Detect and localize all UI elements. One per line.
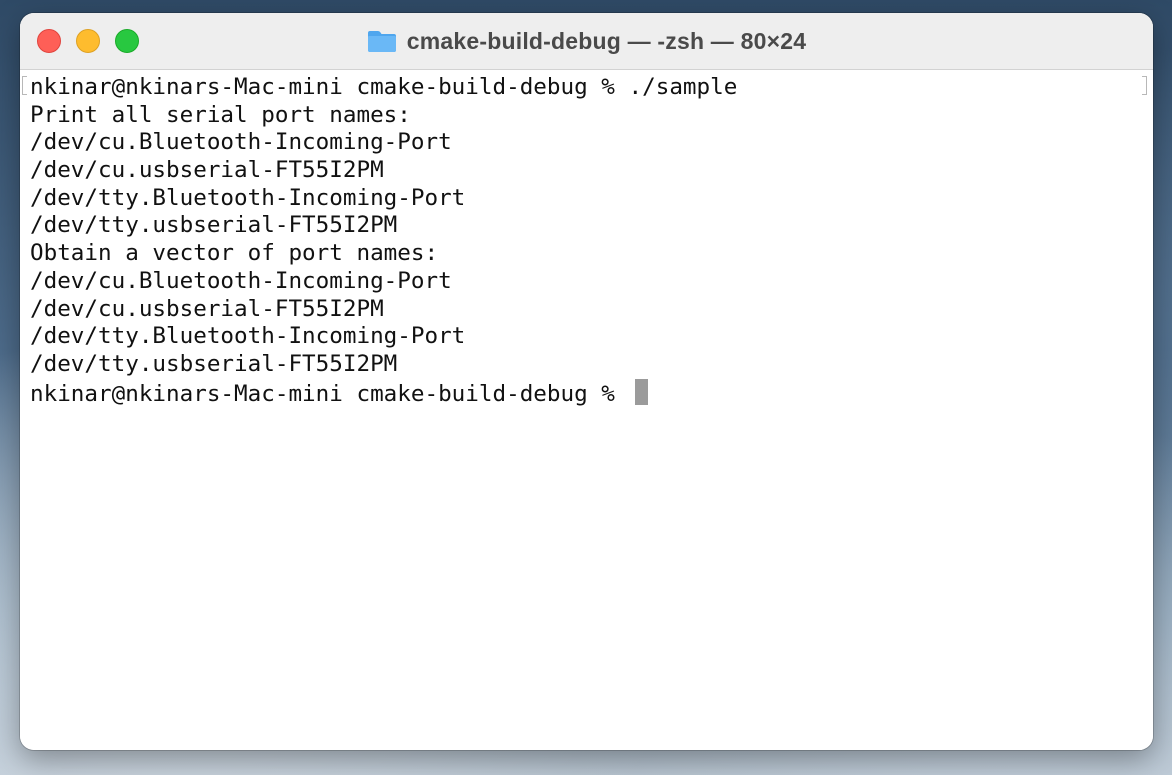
terminal-line: /dev/cu.Bluetooth-Incoming-Port: [30, 129, 452, 156]
window-title: cmake-build-debug — -zsh — 80×24: [406, 27, 807, 54]
terminal-line: /dev/cu.usbserial-FT55I2PM: [30, 157, 384, 184]
prompt-line[interactable]: nkinar@nkinars-Mac-mini cmake-build-debu…: [30, 378, 1153, 407]
window-title-area: cmake-build-debug — -zsh — 80×24: [20, 13, 1153, 69]
text-cursor: [634, 378, 648, 405]
title-bar[interactable]: cmake-build-debug — -zsh — 80×24: [20, 13, 1153, 70]
terminal-line: /dev/tty.Bluetooth-Incoming-Port: [30, 323, 466, 350]
terminal-line: Obtain a vector of port names:: [30, 240, 439, 267]
scrollback-mark-left: [22, 76, 27, 95]
scrollback-mark-right: [1142, 76, 1147, 95]
terminal-window: cmake-build-debug — -zsh — 80×24 nkinar@…: [20, 13, 1153, 750]
folder-icon: [367, 31, 396, 52]
terminal-line: /dev/tty.Bluetooth-Incoming-Port: [30, 184, 466, 211]
terminal-line: /dev/tty.usbserial-FT55I2PM: [30, 350, 398, 377]
terminal-line: /dev/cu.usbserial-FT55I2PM: [30, 295, 384, 322]
terminal-line: /dev/cu.Bluetooth-Incoming-Port: [30, 267, 452, 294]
terminal-output[interactable]: nkinar@nkinars-Mac-mini cmake-build-debu…: [20, 70, 1153, 750]
shell-prompt: nkinar@nkinars-Mac-mini cmake-build-debu…: [30, 380, 629, 407]
terminal-line: Print all serial port names:: [30, 101, 411, 128]
terminal-line: nkinar@nkinars-Mac-mini cmake-build-debu…: [30, 74, 738, 100]
terminal-line: /dev/tty.usbserial-FT55I2PM: [30, 212, 398, 239]
